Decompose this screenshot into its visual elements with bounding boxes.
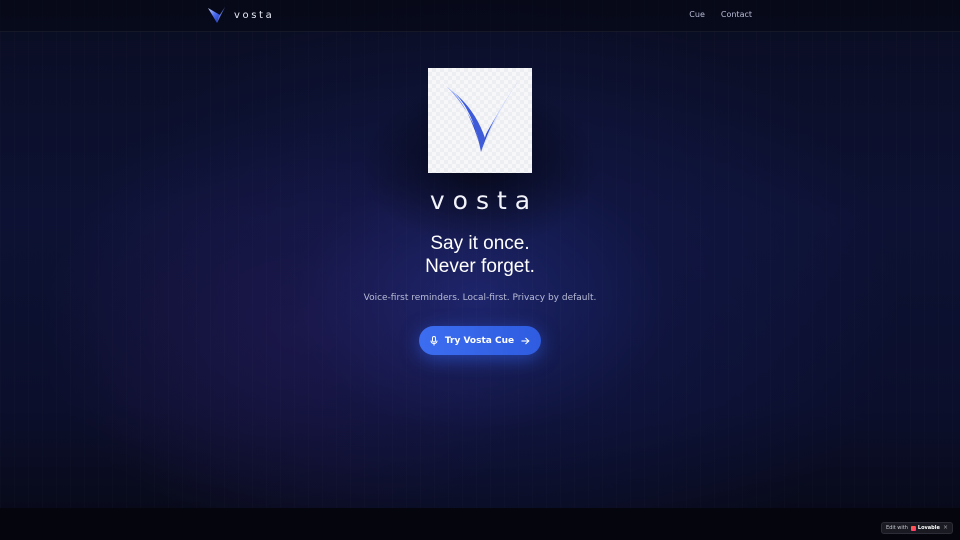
landing-page: vosta Cue Contact vosta Say it once. Nev… [0,0,960,540]
headline-line-2: Never forget. [425,256,535,277]
lovable-logo-icon [910,525,916,531]
microphone-icon [430,335,438,345]
hero-tagline: Voice-first reminders. Local-first. Priv… [363,293,597,303]
badge-brand: Lovable [917,525,940,531]
hero-wordmark: vosta [429,186,539,215]
close-icon[interactable]: × [943,524,948,531]
hero-logo-card [428,68,532,173]
nav-link-contact[interactable]: Contact [721,10,752,19]
cta-label: Try Vosta Cue [444,335,515,346]
try-vosta-cue-button[interactable]: Try Vosta Cue [419,326,541,355]
nav-link-cue[interactable]: Cue [689,10,705,19]
brand-name: vosta [234,9,275,21]
hero-headline: Say it once. Never forget. [0,232,960,278]
site-header: vosta Cue Contact [0,0,960,32]
v-logo-icon [208,7,225,23]
headline-line-1: Say it once. [430,233,530,254]
footer-band [0,508,960,540]
arrow-right-icon [521,337,530,344]
v-logo-icon [446,82,518,152]
brand-home-link[interactable]: vosta [207,5,274,25]
badge-prefix: Edit with [886,525,908,531]
edit-with-lovable-badge[interactable]: Edit with Lovable × [881,522,953,534]
top-nav: Cue Contact [689,10,752,19]
